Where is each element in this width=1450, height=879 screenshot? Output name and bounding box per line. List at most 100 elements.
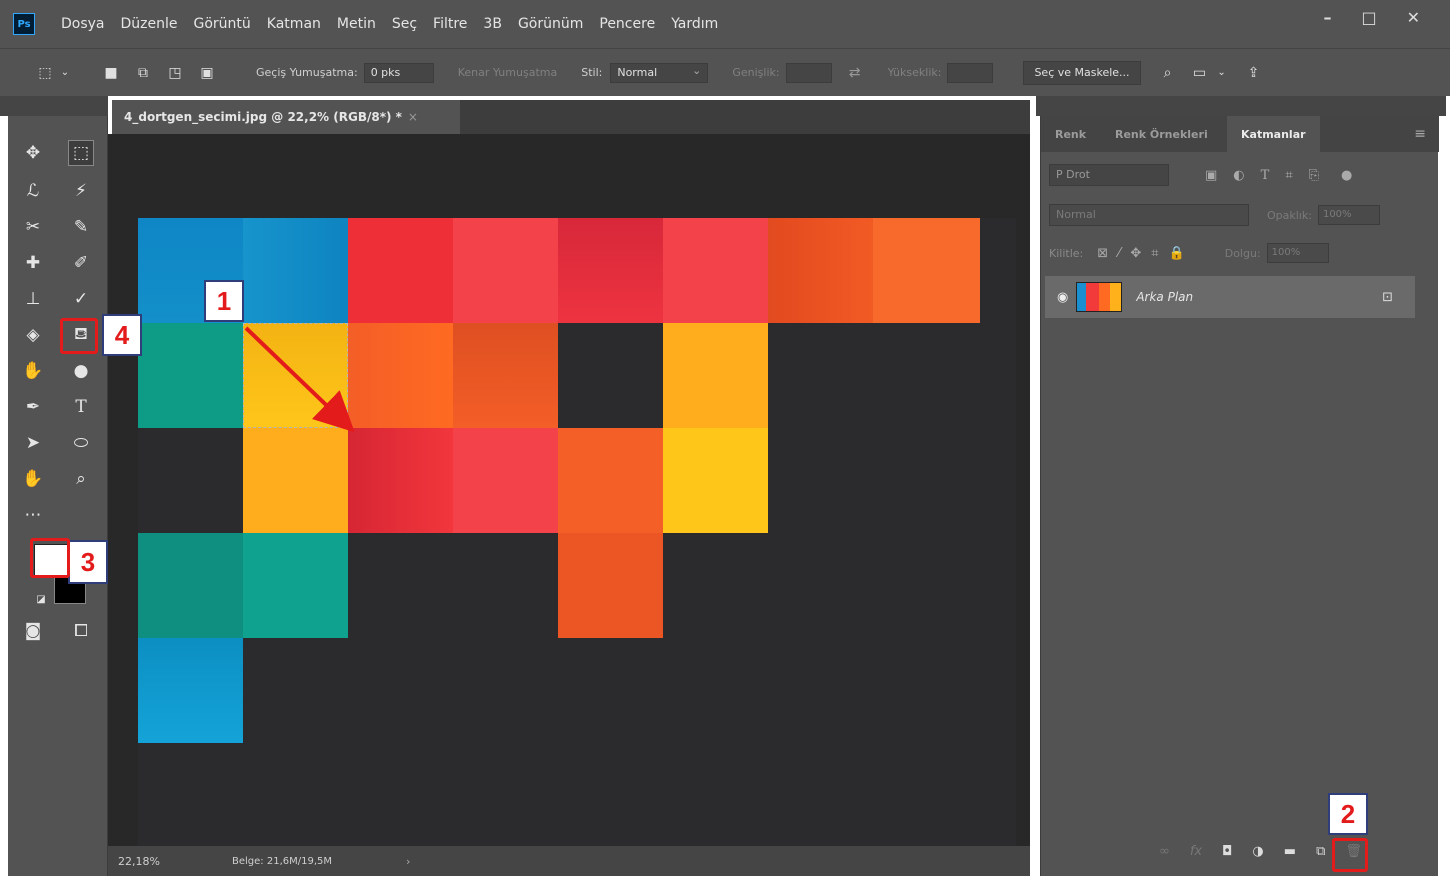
ellipse-tool-icon[interactable]: ⬭ xyxy=(68,430,94,456)
filter-smart-object-icon[interactable]: ⎘ xyxy=(1309,168,1319,183)
layer-row[interactable]: ◉ Arka Plan ⊡ xyxy=(1045,276,1415,318)
antialias-checkbox[interactable]: Kenar Yumuşatma xyxy=(458,66,558,79)
image-tile xyxy=(663,428,768,533)
lock-transparent-icon[interactable]: ⊠ xyxy=(1097,246,1108,261)
menu-yardim[interactable]: Yardım xyxy=(671,16,718,32)
feather-input[interactable]: 0 pks xyxy=(363,62,434,83)
layer-search-input[interactable]: Ρ Drot xyxy=(1049,164,1169,186)
lock-artboard-icon[interactable]: ⌗ xyxy=(1151,246,1158,261)
link-layers-icon[interactable]: ∞ xyxy=(1159,844,1170,859)
menu-gorunum[interactable]: Görünüm xyxy=(518,16,583,32)
lock-image-icon[interactable]: ⁄ xyxy=(1118,246,1120,261)
add-to-selection-icon[interactable]: ⧉ xyxy=(134,64,152,82)
close-button[interactable]: ✕ xyxy=(1407,8,1420,27)
more-tools-icon[interactable]: ⋯ xyxy=(20,502,46,528)
filter-adjustment-icon[interactable]: ◐ xyxy=(1233,168,1244,183)
select-and-mask-button[interactable]: Seç ve Maskele... xyxy=(1023,60,1141,85)
marquee-preset-icon[interactable]: ⬚ xyxy=(36,64,54,82)
tools-collapse-strip[interactable] xyxy=(0,96,108,116)
width-input[interactable] xyxy=(785,62,832,83)
brush-tool-icon[interactable]: ✐ xyxy=(68,250,94,276)
intersect-selection-icon[interactable]: ▣ xyxy=(198,64,216,82)
crop-tool-icon[interactable]: ✂ xyxy=(20,214,46,240)
menu-pencere[interactable]: Pencere xyxy=(599,16,655,32)
close-document-icon[interactable]: × xyxy=(408,110,418,124)
healing-brush-tool-icon[interactable]: ✚ xyxy=(20,250,46,276)
move-tool-icon[interactable]: ✥ xyxy=(20,140,46,166)
zoom-tool-icon[interactable]: ⌕ xyxy=(68,466,94,492)
new-selection-icon[interactable]: ■ xyxy=(102,64,120,82)
menu-katman[interactable]: Katman xyxy=(267,16,321,32)
rectangular-marquee-tool-icon[interactable]: ⬚ xyxy=(68,140,94,166)
add-mask-icon[interactable]: ◘ xyxy=(1222,844,1232,859)
opacity-input[interactable]: 100% xyxy=(1317,205,1380,225)
clone-stamp-tool-icon[interactable]: ⊥ xyxy=(20,286,46,312)
tab-katmanlar[interactable]: Katmanlar xyxy=(1227,116,1320,152)
dodge-tool-icon[interactable]: ● xyxy=(68,358,94,384)
chevron-down-icon[interactable]: ⌄ xyxy=(1213,64,1231,82)
blend-mode-select[interactable]: Normal xyxy=(1049,204,1249,226)
search-icon[interactable]: ⌕ xyxy=(1159,64,1177,82)
menu-goruntu[interactable]: Görüntü xyxy=(194,16,251,32)
document-canvas[interactable] xyxy=(138,218,1016,848)
lock-all-icon[interactable]: 🔒 xyxy=(1169,246,1185,261)
type-tool-icon[interactable]: T xyxy=(68,394,94,420)
style-select[interactable]: Normal xyxy=(610,62,709,83)
panel-collapse-strip[interactable] xyxy=(1036,96,1446,116)
new-layer-icon[interactable]: ⧉ xyxy=(1316,844,1325,859)
maximize-button[interactable]: □ xyxy=(1361,8,1376,27)
filter-image-icon[interactable]: ▣ xyxy=(1205,168,1217,183)
eyedropper-tool-icon[interactable]: ✎ xyxy=(68,214,94,240)
fill-label: Dolgu: xyxy=(1224,246,1261,260)
document-tab[interactable]: 4_dortgen_secimi.jpg @ 22,2% (RGB/8*) * … xyxy=(112,100,460,134)
height-input[interactable] xyxy=(947,62,994,83)
swap-icon[interactable]: ⇄ xyxy=(846,64,864,82)
image-tile xyxy=(453,323,558,428)
document-info[interactable]: Belge: 21,6M/19,5M xyxy=(232,856,332,867)
image-tile xyxy=(453,218,558,323)
rectangular-selection[interactable] xyxy=(243,323,348,428)
menu-sec[interactable]: Seç xyxy=(392,16,417,32)
menu-bar: Ps Dosya Düzenle Görüntü Katman Metin Se… xyxy=(0,0,1450,48)
status-expand-icon[interactable]: › xyxy=(406,855,410,868)
quick-mask-icon[interactable]: ◙ xyxy=(20,618,46,644)
magic-wand-tool-icon[interactable]: ⚡ xyxy=(68,178,94,204)
eraser-tool-icon[interactable]: ◈ xyxy=(20,322,46,348)
menu-3b[interactable]: 3B xyxy=(483,16,502,32)
tab-renk-ornekleri[interactable]: Renk Örnekleri xyxy=(1101,116,1222,152)
menu-metin[interactable]: Metin xyxy=(337,16,376,32)
menu-filtre[interactable]: Filtre xyxy=(433,16,467,32)
screen-mode-icon[interactable]: ⧠ xyxy=(68,618,94,644)
menu-duzenle[interactable]: Düzenle xyxy=(121,16,178,32)
share-icon[interactable]: ⇪ xyxy=(1245,64,1263,82)
filter-type-icon[interactable]: T xyxy=(1261,168,1270,183)
lock-position-icon[interactable]: ✥ xyxy=(1130,246,1141,261)
new-group-icon[interactable]: ▬ xyxy=(1284,844,1296,859)
path-selection-tool-icon[interactable]: ➤ xyxy=(20,430,46,456)
tab-renk[interactable]: Renk xyxy=(1041,116,1100,152)
minimize-button[interactable]: – xyxy=(1323,8,1331,27)
visibility-eye-icon[interactable]: ◉ xyxy=(1057,290,1068,305)
menu-dosya[interactable]: Dosya xyxy=(61,16,105,32)
filter-shape-icon[interactable]: ⌗ xyxy=(1285,168,1292,183)
history-brush-tool-icon[interactable]: ✓ xyxy=(68,286,94,312)
zoom-level[interactable]: 22,18% xyxy=(118,855,198,868)
lasso-tool-icon[interactable]: ℒ xyxy=(20,178,46,204)
image-tile xyxy=(348,218,453,323)
layer-style-icon[interactable]: fx xyxy=(1190,844,1202,859)
workspace-icon[interactable]: ▭ xyxy=(1191,64,1209,82)
panel-menu-icon[interactable]: ≡ xyxy=(1414,126,1426,142)
layer-lock-icon[interactable]: ⊡ xyxy=(1382,290,1393,305)
blur-tool-icon[interactable]: ✋ xyxy=(20,358,46,384)
chevron-down-icon[interactable]: ⌄ xyxy=(56,64,74,82)
hand-tool-icon[interactable]: ✋ xyxy=(20,466,46,492)
fill-input[interactable]: 100% xyxy=(1266,243,1329,263)
subtract-selection-icon[interactable]: ◳ xyxy=(166,64,184,82)
image-tile xyxy=(453,428,558,533)
layer-name[interactable]: Arka Plan xyxy=(1136,290,1193,304)
adjustment-layer-icon[interactable]: ◑ xyxy=(1252,844,1263,859)
pen-tool-icon[interactable]: ✒ xyxy=(20,394,46,420)
filter-toggle-icon[interactable]: ● xyxy=(1341,168,1352,183)
canvas-workspace[interactable] xyxy=(108,134,1030,848)
default-colors-icon[interactable]: ◪ xyxy=(28,586,54,612)
